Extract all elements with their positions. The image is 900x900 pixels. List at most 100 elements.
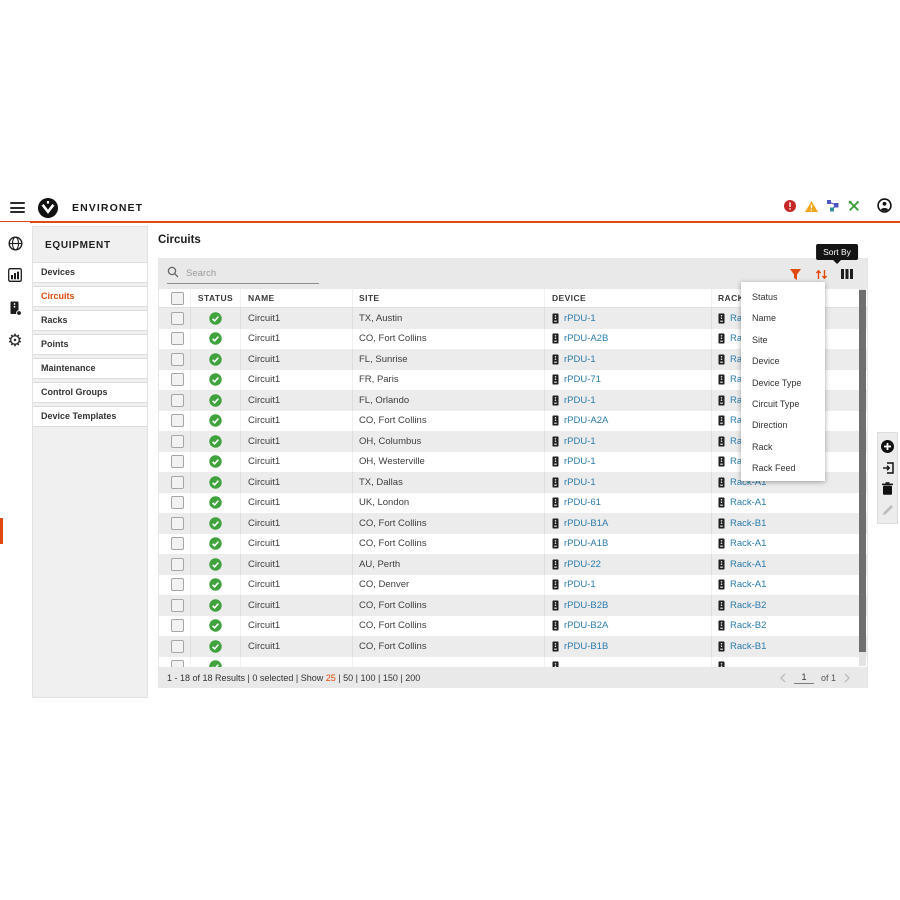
maintenance-tools-icon[interactable] xyxy=(848,199,860,217)
globe-icon[interactable] xyxy=(0,236,30,251)
move-icon[interactable] xyxy=(882,462,894,474)
device-link[interactable]: rPDU-B2A xyxy=(564,620,608,631)
critical-alarm-icon[interactable] xyxy=(784,199,796,217)
sort-option-device-type[interactable]: Device Type xyxy=(741,373,825,394)
rack-link[interactable]: Rack-A1 xyxy=(730,497,766,508)
rack-link[interactable]: Rack-A1 xyxy=(730,538,766,549)
filter-icon[interactable] xyxy=(789,268,802,281)
column-header-status[interactable]: STATUS xyxy=(191,289,241,307)
row-checkbox[interactable] xyxy=(171,414,184,427)
pdu-icon xyxy=(552,600,559,611)
row-checkbox[interactable] xyxy=(171,537,184,550)
table-scrollbar[interactable] xyxy=(859,289,866,666)
search-input[interactable] xyxy=(184,267,316,280)
equipment-icon[interactable] xyxy=(0,301,30,316)
scrollbar-thumb[interactable] xyxy=(859,290,866,652)
device-link[interactable]: rPDU-1 xyxy=(564,477,596,488)
selected-count: 0 selected xyxy=(252,673,293,683)
row-checkbox[interactable] xyxy=(171,312,184,325)
edit-icon[interactable] xyxy=(882,504,894,516)
rack-link[interactable]: Rack-B1 xyxy=(730,641,766,652)
page-size-50[interactable]: 50 xyxy=(343,673,353,683)
device-link[interactable]: rPDU-1 xyxy=(564,313,596,324)
row-checkbox[interactable] xyxy=(171,496,184,509)
warning-alarm-icon[interactable] xyxy=(805,199,818,217)
connections-icon[interactable] xyxy=(827,199,839,217)
select-all-checkbox[interactable] xyxy=(171,292,184,305)
page-number-input[interactable] xyxy=(794,671,814,684)
device-link[interactable]: rPDU-1 xyxy=(564,395,596,406)
row-checkbox[interactable] xyxy=(171,435,184,448)
device-link[interactable]: rPDU-61 xyxy=(564,497,601,508)
columns-icon[interactable] xyxy=(841,268,853,280)
rack-link[interactable]: Rack-B1 xyxy=(730,518,766,529)
device-link[interactable]: rPDU-A1B xyxy=(564,538,608,549)
device-link[interactable]: rPDU-22 xyxy=(564,559,601,570)
rack-link[interactable]: Rack-A1 xyxy=(730,559,766,570)
sort-icon[interactable] xyxy=(815,268,828,281)
row-checkbox[interactable] xyxy=(171,578,184,591)
sort-option-rack-feed[interactable]: Rack Feed xyxy=(741,458,825,479)
sort-option-name[interactable]: Name xyxy=(741,308,825,329)
row-checkbox[interactable] xyxy=(171,394,184,407)
sidebar-item-control-groups[interactable]: Control Groups xyxy=(33,382,147,403)
circuit-site: FL, Orlando xyxy=(353,390,545,411)
delete-icon[interactable] xyxy=(882,482,893,495)
hamburger-menu-icon[interactable] xyxy=(10,202,25,213)
device-link[interactable]: rPDU-A2A xyxy=(564,415,608,426)
page-size-100[interactable]: 100 xyxy=(361,673,376,683)
rack-link[interactable]: Rack-A1 xyxy=(730,579,766,590)
device-link[interactable]: rPDU-1 xyxy=(564,354,596,365)
status-ok-icon xyxy=(209,394,222,407)
circuit-site: CO, Fort Collins xyxy=(353,616,545,637)
sidebar-item-device-templates[interactable]: Device Templates xyxy=(33,406,147,427)
row-checkbox[interactable] xyxy=(171,619,184,632)
sort-option-rack[interactable]: Rack xyxy=(741,437,825,458)
device-link[interactable]: rPDU-B2B xyxy=(564,600,608,611)
device-link[interactable]: rPDU-71 xyxy=(564,374,601,385)
page-size-200[interactable]: 200 xyxy=(405,673,420,683)
rack-link[interactable]: Rack-B2 xyxy=(730,600,766,611)
row-checkbox[interactable] xyxy=(171,558,184,571)
row-checkbox[interactable] xyxy=(171,455,184,468)
dashboard-icon[interactable] xyxy=(0,268,30,282)
sort-option-site[interactable]: Site xyxy=(741,330,825,351)
column-header-device[interactable]: DEVICE xyxy=(545,289,712,307)
device-link[interactable]: rPDU-B1A xyxy=(564,518,608,529)
row-checkbox[interactable] xyxy=(171,660,184,667)
circuit-name: Circuit1 xyxy=(241,575,353,596)
settings-gear-icon[interactable]: ⚙ xyxy=(0,332,30,349)
page-size-25[interactable]: 25 xyxy=(326,673,336,683)
sort-option-status[interactable]: Status xyxy=(741,287,825,308)
sort-option-direction[interactable]: Direction xyxy=(741,415,825,436)
sidebar-item-circuits[interactable]: Circuits xyxy=(33,286,147,307)
device-link[interactable]: rPDU-1 xyxy=(564,456,596,467)
sidebar-item-racks[interactable]: Racks xyxy=(33,310,147,331)
row-checkbox[interactable] xyxy=(171,353,184,366)
row-checkbox[interactable] xyxy=(171,640,184,653)
sort-option-device[interactable]: Device xyxy=(741,351,825,372)
device-link[interactable]: rPDU-1 xyxy=(564,436,596,447)
sidebar-item-points[interactable]: Points xyxy=(33,334,147,355)
row-checkbox[interactable] xyxy=(171,476,184,489)
device-link[interactable]: rPDU-1 xyxy=(564,579,596,590)
user-account-icon[interactable] xyxy=(877,198,892,218)
device-link[interactable]: rPDU-A2B xyxy=(564,333,608,344)
sidebar-item-maintenance[interactable]: Maintenance xyxy=(33,358,147,379)
column-header-site[interactable]: SITE xyxy=(353,289,545,307)
sidebar-item-devices[interactable]: Devices xyxy=(33,262,147,283)
row-checkbox[interactable] xyxy=(171,373,184,386)
row-checkbox[interactable] xyxy=(171,517,184,530)
device-link[interactable]: rPDU-B1B xyxy=(564,641,608,652)
add-icon[interactable] xyxy=(881,440,894,453)
column-header-name[interactable]: NAME xyxy=(241,289,353,307)
row-checkbox[interactable] xyxy=(171,332,184,345)
table-row: Circuit1CO, Fort CollinsrPDU-B1BRack-B1 xyxy=(159,636,867,657)
page-size-150[interactable]: 150 xyxy=(383,673,398,683)
rack-link[interactable]: Rack-B2 xyxy=(730,620,766,631)
next-page-icon[interactable] xyxy=(843,673,851,683)
sort-option-circuit-type[interactable]: Circuit Type xyxy=(741,394,825,415)
previous-page-icon[interactable] xyxy=(779,673,787,683)
status-ok-icon xyxy=(209,578,222,591)
row-checkbox[interactable] xyxy=(171,599,184,612)
